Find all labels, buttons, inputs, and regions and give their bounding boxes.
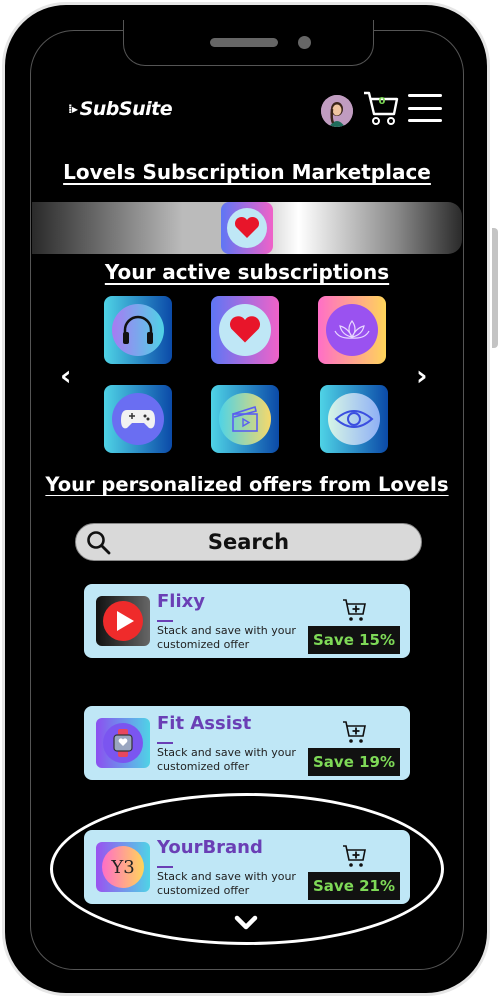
avatar[interactable] <box>321 95 353 127</box>
logo-text: SubSuite <box>79 98 173 120</box>
add-to-cart-icon[interactable] <box>342 720 366 744</box>
search-icon[interactable] <box>86 530 112 556</box>
play-icon <box>96 596 150 646</box>
offer-description: Stack and save with your customized offe… <box>157 746 296 773</box>
speaker-icon <box>210 38 278 47</box>
heart-icon <box>234 216 260 238</box>
clapperboard-icon <box>232 405 258 432</box>
offer-card[interactable]: Y3 YourBrand Stack and save with your cu… <box>84 830 410 904</box>
yourbrand-logo-icon: Y3 <box>96 842 150 892</box>
chevron-right-icon[interactable]: › <box>416 362 428 390</box>
save-badge[interactable]: Save 19% <box>308 748 400 776</box>
search-bar[interactable] <box>75 523 422 561</box>
game-controller-icon <box>121 410 155 429</box>
offer-divider <box>157 620 173 622</box>
cart-count-badge: 0 <box>378 96 386 107</box>
search-input[interactable] <box>76 529 421 555</box>
logo-mark-icon: ⁞▸ <box>68 102 78 116</box>
offers-title: Your personalized offers from LoveIs <box>45 473 449 496</box>
subscription-tile-movies[interactable] <box>211 385 279 453</box>
offer-card[interactable]: Flixy Stack and save with your customize… <box>84 584 410 658</box>
save-badge[interactable]: Save 21% <box>308 872 400 900</box>
subscription-tile-heart[interactable] <box>211 296 279 364</box>
offer-divider <box>157 866 173 868</box>
app-logo[interactable]: ⁞▸ SubSuite <box>68 98 173 120</box>
subscription-tile-lotus[interactable] <box>318 296 386 364</box>
marketplace-title: LoveIs Subscription Marketplace <box>63 160 431 184</box>
offer-divider <box>157 742 173 744</box>
headphones-icon <box>123 315 153 344</box>
chevron-left-icon[interactable]: ‹ <box>60 362 72 390</box>
active-subscriptions-title: Your active subscriptions <box>104 260 390 284</box>
offer-card[interactable]: Fit Assist Stack and save with your cust… <box>84 706 410 780</box>
add-to-cart-icon[interactable] <box>342 844 366 868</box>
offer-description: Stack and save with your customized offe… <box>157 870 296 897</box>
hamburger-menu-icon[interactable] <box>408 94 442 122</box>
offer-description: Stack and save with your customized offe… <box>157 624 296 651</box>
offer-name: YourBrand <box>157 837 263 858</box>
subscription-tile-headphones[interactable] <box>104 296 172 364</box>
eye-icon <box>334 410 374 428</box>
lotus-icon <box>334 319 370 339</box>
offer-name: Flixy <box>157 591 205 612</box>
phone-side-button <box>492 228 498 348</box>
add-to-cart-icon[interactable] <box>342 598 366 622</box>
offer-name: Fit Assist <box>157 713 252 734</box>
smartwatch-icon <box>96 718 150 768</box>
save-badge[interactable]: Save 15% <box>308 626 400 654</box>
camera-icon <box>298 36 311 49</box>
banner-heart-tile[interactable] <box>221 202 273 254</box>
subscription-tile-eye[interactable] <box>320 385 388 453</box>
chevron-down-icon[interactable] <box>233 914 259 932</box>
heart-icon <box>229 316 261 343</box>
subscription-tile-gaming[interactable] <box>104 385 172 453</box>
